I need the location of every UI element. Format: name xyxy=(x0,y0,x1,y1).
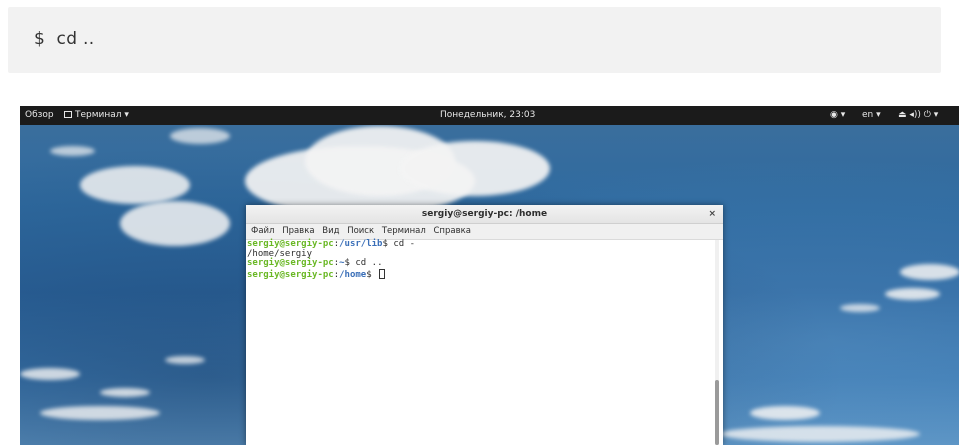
output-text: /home/sergiy xyxy=(247,248,313,259)
command-text: cd .. xyxy=(355,258,383,268)
prompt-symbol: $ xyxy=(366,269,378,280)
code-line: $ cd .. xyxy=(34,29,94,49)
desktop-screenshot: Обзор Терминал ▾ Понедельник, 23:03 ◉ ▾ … xyxy=(20,106,959,445)
top-bar: Обзор Терминал ▾ Понедельник, 23:03 ◉ ▾ … xyxy=(20,106,959,125)
close-icon[interactable]: × xyxy=(708,205,716,223)
menu-view[interactable]: Вид xyxy=(322,226,339,236)
code-prompt: $ xyxy=(34,29,46,49)
menu-search[interactable]: Поиск xyxy=(347,226,374,236)
cloud xyxy=(80,166,190,204)
cloud xyxy=(100,388,150,397)
cloud xyxy=(120,201,230,246)
cloud xyxy=(900,264,959,280)
cloud xyxy=(400,141,550,196)
cloud xyxy=(40,406,160,420)
cloud xyxy=(885,288,940,300)
menu-terminal[interactable]: Терминал xyxy=(382,226,426,236)
clock[interactable]: Понедельник, 23:03 xyxy=(440,106,535,125)
terminal-scrollbar[interactable] xyxy=(715,240,719,445)
prompt-path: /home xyxy=(339,269,367,280)
cloud xyxy=(165,356,205,364)
code-command: cd .. xyxy=(56,29,95,49)
cloud xyxy=(840,304,880,312)
terminal-output[interactable]: sergiy@sergiy-pc:/usr/lib$ cd - /home/se… xyxy=(247,239,713,445)
cursor-block xyxy=(379,268,386,279)
menu-help[interactable]: Справка xyxy=(433,226,470,236)
terminal-line: sergiy@sergiy-pc:/usr/lib$ cd - xyxy=(247,239,713,250)
menu-file[interactable]: Файл xyxy=(251,226,274,236)
language-indicator[interactable]: en ▾ xyxy=(862,106,881,125)
prompt-user: sergiy@sergiy-pc xyxy=(247,258,334,268)
system-status-menu[interactable]: ⏏ ◂)) ⏻ ▾ xyxy=(898,106,938,125)
terminal-line: sergiy@sergiy-pc:~$ cd .. xyxy=(247,258,713,269)
cloud xyxy=(170,128,230,144)
terminal-menubar: Файл Правка Вид Поиск Терминал Справка xyxy=(246,224,723,240)
prompt-path: /usr/lib xyxy=(339,239,383,249)
menu-edit[interactable]: Правка xyxy=(282,226,314,236)
cloud xyxy=(20,368,80,380)
terminal-title: sergiy@sergiy-pc: /home xyxy=(421,209,548,219)
app-menu-label: Терминал ▾ xyxy=(75,110,129,120)
prompt-user: sergiy@sergiy-pc xyxy=(247,239,334,249)
code-snippet: $ cd .. xyxy=(8,7,941,73)
command-text: cd - xyxy=(393,239,416,249)
scrollbar-thumb[interactable] xyxy=(715,380,719,445)
prompt-symbol: $ xyxy=(382,239,394,249)
cloud xyxy=(720,426,920,442)
cloud xyxy=(50,146,95,156)
terminal-window: sergiy@sergiy-pc: /home × Файл Правка Ви… xyxy=(246,205,723,445)
app-menu-button[interactable]: Терминал ▾ xyxy=(64,106,129,125)
prompt-symbol: $ xyxy=(344,258,356,268)
prompt-user: sergiy@sergiy-pc xyxy=(247,269,334,280)
terminal-titlebar[interactable]: sergiy@sergiy-pc: /home × xyxy=(246,205,723,224)
accessibility-menu-icon[interactable]: ◉ ▾ xyxy=(830,106,845,125)
terminal-line: sergiy@sergiy-pc:/home$ xyxy=(247,268,713,280)
activities-button[interactable]: Обзор xyxy=(25,106,54,125)
cloud xyxy=(750,406,820,420)
terminal-app-icon xyxy=(64,111,72,118)
